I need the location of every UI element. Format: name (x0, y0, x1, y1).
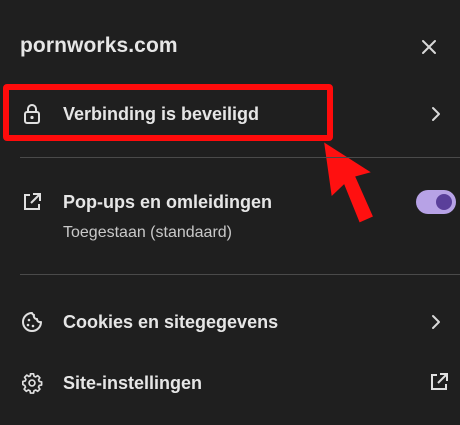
chevron-right-icon (426, 312, 446, 332)
popups-status: Toegestaan (standaard) (63, 224, 232, 241)
cookies-row[interactable]: Cookies en sitegegevens (0, 302, 460, 342)
cookie-icon (20, 310, 44, 334)
divider (20, 157, 460, 158)
chevron-right-icon (426, 104, 446, 124)
open-in-new-icon (428, 371, 450, 393)
popups-toggle[interactable] (416, 190, 456, 214)
cookies-label: Cookies en sitegegevens (63, 312, 279, 332)
close-icon[interactable] (418, 36, 440, 58)
gear-icon (20, 371, 44, 395)
highlight-box (3, 84, 333, 141)
site-info-panel: pornworks.com Verbinding is beveiligd Po… (0, 0, 460, 425)
toggle-knob (436, 194, 452, 210)
divider (20, 274, 460, 275)
site-domain: pornworks.com (20, 34, 178, 57)
popups-row: Pop-ups en omleidingen Toegestaan (stand… (0, 186, 460, 250)
open-in-new-icon (20, 190, 44, 214)
site-settings-row[interactable]: Site-instellingen (0, 363, 460, 403)
popups-label: Pop-ups en omleidingen (63, 192, 273, 212)
panel-header: pornworks.com (20, 34, 440, 64)
site-settings-label: Site-instellingen (63, 373, 203, 393)
